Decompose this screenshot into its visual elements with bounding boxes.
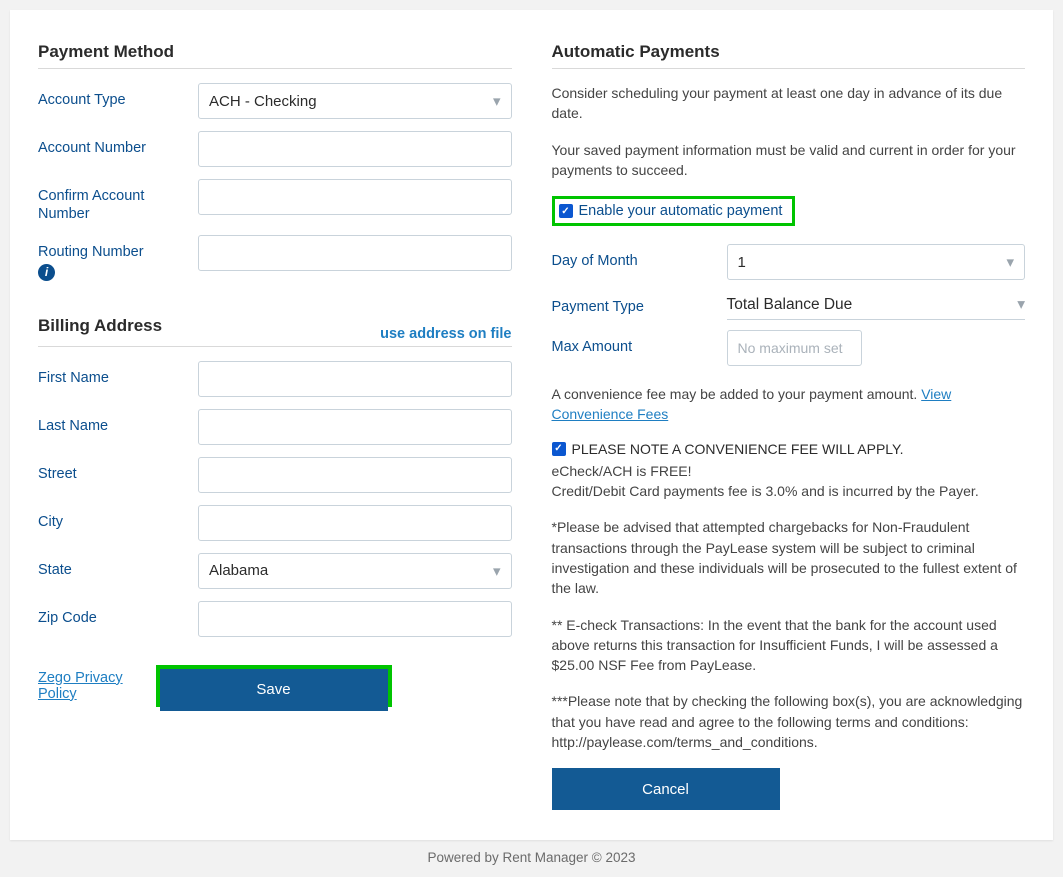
agree-checkbox[interactable]: ✓ xyxy=(552,442,566,456)
payment-type-value: Total Balance Due xyxy=(727,296,853,314)
account-type-label: Account Type xyxy=(38,83,198,109)
last-name-input[interactable] xyxy=(198,409,512,445)
advice-text-2: Your saved payment information must be v… xyxy=(552,140,1026,181)
enable-auto-checkbox[interactable]: ✓ xyxy=(559,204,573,218)
info-icon[interactable]: i xyxy=(38,264,55,281)
street-input[interactable] xyxy=(198,457,512,493)
account-type-select[interactable]: ACH - Checking ▾ xyxy=(198,83,512,119)
zip-input[interactable] xyxy=(198,601,512,637)
cc-fee-text: Credit/Debit Card payments fee is 3.0% a… xyxy=(552,481,1026,501)
ach-free-text: eCheck/ACH is FREE! xyxy=(552,461,1026,481)
state-label: State xyxy=(38,553,198,579)
zego-privacy-link[interactable]: Zego Privacy Policy xyxy=(38,670,156,702)
max-amount-label: Max Amount xyxy=(552,330,727,356)
chevron-down-icon: ▾ xyxy=(1006,253,1014,271)
account-number-label: Account Number xyxy=(38,131,198,157)
enable-auto-label: Enable your automatic payment xyxy=(579,203,783,219)
first-name-label: First Name xyxy=(38,361,198,387)
first-name-input[interactable] xyxy=(198,361,512,397)
zip-label: Zip Code xyxy=(38,601,198,627)
day-of-month-value: 1 xyxy=(738,254,746,271)
billing-address-heading: Billing Address xyxy=(38,316,162,336)
payment-type-select[interactable]: Total Balance Due ▾ xyxy=(727,290,1026,320)
terms-text: ***Please note that by checking the foll… xyxy=(552,691,1026,752)
divider xyxy=(552,68,1026,69)
save-button[interactable]: Save xyxy=(160,669,388,711)
echeck-text: ** E-check Transactions: In the event th… xyxy=(552,615,1026,676)
save-highlight: Save xyxy=(156,665,392,707)
payment-method-column: Payment Method Account Type ACH - Checki… xyxy=(38,20,512,810)
city-input[interactable] xyxy=(198,505,512,541)
chevron-down-icon: ▾ xyxy=(1017,295,1025,314)
chevron-down-icon: ▾ xyxy=(493,92,501,110)
agree-label: PLEASE NOTE A CONVENIENCE FEE WILL APPLY… xyxy=(572,441,904,457)
automatic-payments-heading: Automatic Payments xyxy=(552,42,1026,62)
day-of-month-select[interactable]: 1 ▾ xyxy=(727,244,1026,280)
last-name-label: Last Name xyxy=(38,409,198,435)
confirm-account-input[interactable] xyxy=(198,179,512,215)
routing-number-label: Routing Number i xyxy=(38,235,198,281)
payment-method-heading: Payment Method xyxy=(38,42,512,62)
payment-type-label: Payment Type xyxy=(552,290,727,316)
account-number-input[interactable] xyxy=(198,131,512,167)
powered-by-text: Powered by Rent Manager © 2023 xyxy=(0,850,1063,877)
automatic-payments-column: Automatic Payments Consider scheduling y… xyxy=(552,20,1026,810)
state-value: Alabama xyxy=(209,562,268,579)
street-label: Street xyxy=(38,457,198,483)
max-amount-input[interactable]: No maximum set xyxy=(727,330,862,366)
divider xyxy=(38,346,512,347)
cancel-button[interactable]: Cancel xyxy=(552,768,780,810)
confirm-account-label: Confirm Account Number xyxy=(38,179,198,223)
advice-text-1: Consider scheduling your payment at leas… xyxy=(552,83,1026,124)
state-select[interactable]: Alabama ▾ xyxy=(198,553,512,589)
chargeback-text: *Please be advised that attempted charge… xyxy=(552,517,1026,598)
day-of-month-label: Day of Month xyxy=(552,244,727,270)
divider xyxy=(38,68,512,69)
use-address-link[interactable]: use address on file xyxy=(380,326,511,342)
routing-number-input[interactable] xyxy=(198,235,512,271)
chevron-down-icon: ▾ xyxy=(493,562,501,580)
fee-text: A convenience fee may be added to your p… xyxy=(552,386,922,402)
enable-auto-highlight: ✓ Enable your automatic payment xyxy=(552,196,796,226)
account-type-value: ACH - Checking xyxy=(209,93,317,110)
city-label: City xyxy=(38,505,198,531)
